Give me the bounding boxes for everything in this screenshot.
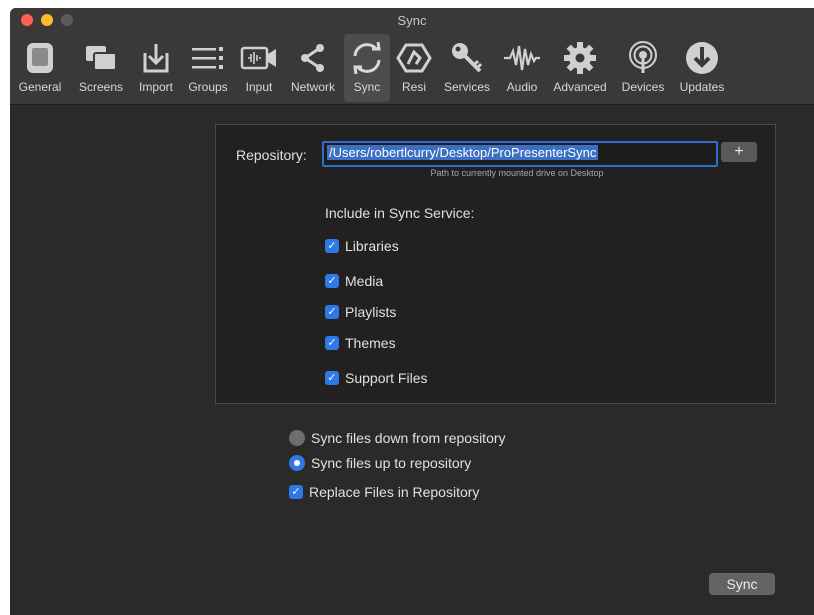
input-icon	[239, 38, 279, 78]
radio-sync-up[interactable]: Sync files up to repository	[289, 455, 471, 471]
tab-advanced[interactable]: Advanced	[548, 34, 612, 102]
checkbox-media-label: Media	[345, 273, 384, 289]
tab-resi[interactable]: Resi	[394, 34, 434, 102]
audio-icon	[502, 38, 542, 78]
checkbox-support-files[interactable]: ✓ Support Files	[325, 370, 427, 386]
tab-screens-label: Screens	[78, 80, 124, 94]
preferences-window: Sync General Screens Import Groups Input…	[10, 8, 814, 615]
radio-sync-down-label: Sync files down from repository	[311, 430, 506, 446]
tab-import[interactable]: Import	[134, 34, 178, 102]
checkbox-themes[interactable]: ✓ Themes	[325, 335, 396, 351]
checkbox-replace-files-label: Replace Files in Repository	[309, 484, 480, 500]
checkbox-libraries[interactable]: ✓ Libraries	[325, 238, 399, 254]
checkmark-icon: ✓	[289, 485, 303, 499]
tab-devices-label: Devices	[621, 80, 665, 94]
repository-path-value: /Users/robertlcurry/Desktop/ProPresenter…	[327, 145, 599, 160]
checkbox-libraries-label: Libraries	[345, 238, 399, 254]
general-icon	[20, 38, 60, 78]
checkbox-replace-files[interactable]: ✓ Replace Files in Repository	[289, 484, 479, 500]
checkbox-themes-label: Themes	[345, 335, 396, 351]
window-title: Sync	[397, 13, 427, 28]
network-icon	[293, 38, 333, 78]
radio-sync-down[interactable]: Sync files down from repository	[289, 430, 506, 446]
title-bar: Sync General Screens Import Groups Input…	[10, 8, 814, 105]
tab-audio[interactable]: Audio	[500, 34, 544, 102]
tab-services-label: Services	[443, 80, 490, 94]
import-icon	[136, 38, 176, 78]
tab-network[interactable]: Network	[284, 34, 342, 102]
repository-hint: Path to currently mounted drive on Deskt…	[430, 168, 604, 178]
sync-icon	[347, 38, 387, 78]
tab-input-label: Input	[245, 80, 273, 94]
tab-sync-label: Sync	[353, 80, 381, 94]
devices-icon	[623, 38, 663, 78]
include-label: Include in Sync Service:	[325, 205, 475, 221]
sync-settings-panel: Repository: /Users/robertlcurry/Desktop/…	[215, 124, 776, 404]
tab-screens[interactable]: Screens	[72, 34, 130, 102]
groups-icon	[188, 38, 228, 78]
tab-audio-label: Audio	[506, 80, 538, 94]
resi-icon	[394, 38, 434, 78]
radio-selected-icon	[289, 455, 305, 471]
tab-updates[interactable]: Updates	[674, 34, 730, 102]
checkbox-playlists[interactable]: ✓ Playlists	[325, 304, 396, 320]
sync-button[interactable]: Sync	[709, 573, 775, 595]
tab-general[interactable]: General	[14, 34, 66, 102]
tab-general-label: General	[18, 80, 62, 94]
checkmark-icon: ✓	[325, 305, 339, 319]
tab-groups-label: Groups	[188, 80, 228, 94]
screens-icon	[81, 38, 121, 78]
tab-updates-label: Updates	[679, 80, 725, 94]
key-icon	[447, 38, 487, 78]
tab-advanced-label: Advanced	[553, 80, 607, 94]
tab-network-label: Network	[290, 80, 335, 94]
repository-label: Repository:	[236, 147, 307, 163]
checkmark-icon: ✓	[325, 239, 339, 253]
checkbox-media[interactable]: ✓ Media	[325, 273, 383, 289]
gear-icon	[560, 38, 600, 78]
tab-import-label: Import	[138, 80, 173, 94]
add-repository-button[interactable]: +	[721, 142, 757, 162]
preferences-toolbar: General Screens Import Groups Input Netw…	[10, 34, 814, 104]
tab-sync[interactable]: Sync	[344, 34, 390, 102]
checkmark-icon: ✓	[325, 371, 339, 385]
checkmark-icon: ✓	[325, 274, 339, 288]
tab-groups[interactable]: Groups	[182, 34, 234, 102]
radio-sync-up-label: Sync files up to repository	[311, 455, 472, 471]
tab-input[interactable]: Input	[238, 34, 280, 102]
checkmark-icon: ✓	[325, 336, 339, 350]
checkbox-playlists-label: Playlists	[345, 304, 397, 320]
tab-resi-label: Resi	[401, 80, 426, 94]
checkbox-support-files-label: Support Files	[345, 370, 428, 386]
radio-unselected-icon	[289, 430, 305, 446]
updates-icon	[682, 38, 722, 78]
tab-services[interactable]: Services	[438, 34, 496, 102]
repository-path-field[interactable]: /Users/robertlcurry/Desktop/ProPresenter…	[322, 141, 718, 167]
tab-devices[interactable]: Devices	[616, 34, 670, 102]
